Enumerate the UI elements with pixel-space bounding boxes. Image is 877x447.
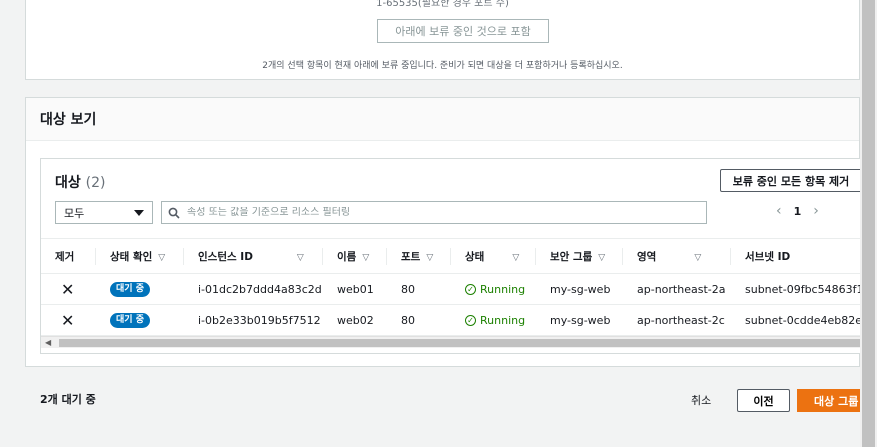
pagination: ‹ 1 › — [776, 204, 819, 218]
column-header-subnet-id[interactable]: 서브넷 ID — [731, 238, 871, 274]
remove-target-icon[interactable]: ✕ — [55, 311, 74, 330]
sort-icon: ▽ — [158, 252, 166, 263]
instance-name: web01 — [323, 273, 387, 305]
scrollbar-thumb[interactable] — [59, 339, 864, 347]
subnet-id: subnet-09fbc54863f193 — [731, 273, 871, 305]
remove-all-pending-button[interactable]: 보류 중인 모든 항목 제거 — [720, 169, 862, 192]
column-header-instance-id[interactable]: 인스턴스 ID ▽ — [184, 238, 323, 274]
targets-title: 대상 (2) — [55, 172, 105, 192]
security-group: my-sg-web — [536, 273, 623, 305]
page-vertical-scrollbar[interactable] — [860, 0, 877, 447]
availability-zone: ap-northeast-2c — [623, 304, 731, 336]
column-header-security-group[interactable]: 보안 그룹 ▽ — [536, 238, 623, 274]
check-circle-icon: ✓ — [465, 284, 476, 296]
table-header-row: 제거 상태 확인 ▽ 인스턴스 ID ▽ 이름 ▽ 포트 ▽ 상태 ▽ 보안 그룹 ▽ 영역… — [41, 238, 871, 274]
sort-icon: ▽ — [296, 252, 304, 263]
health-status-badge: 대기 중 — [110, 313, 150, 328]
table-row: ✕ 대기 중 i-0b2e33b019b5f7512 web02 80 ✓ Run… — [41, 304, 871, 336]
sort-icon: ▽ — [598, 252, 606, 263]
column-header-port[interactable]: 포트 ▽ — [387, 238, 451, 274]
previous-button[interactable]: 이전 — [737, 389, 790, 412]
chevron-right-icon[interactable]: › — [813, 204, 819, 218]
targets-table-panel: 대상 (2) 보류 중인 모든 항목 제거 모두 ‹ 1 › — [40, 158, 871, 354]
sort-icon: ▽ — [694, 252, 702, 263]
subnet-id: subnet-0cdde4eb82eacb — [731, 304, 871, 336]
cancel-link[interactable]: 취소 — [691, 392, 711, 408]
column-header-health[interactable]: 상태 확인 ▽ — [96, 238, 184, 274]
instance-id: i-0b2e33b019b5f7512 — [184, 304, 323, 336]
section-header: 대상 보기 — [26, 98, 859, 141]
search-box — [161, 201, 707, 224]
filter-select-value: 모두 — [64, 206, 85, 220]
scroll-left-icon[interactable]: ◀ — [45, 338, 51, 347]
page-scrollbar-thumb[interactable] — [862, 0, 875, 447]
instance-name: web02 — [323, 304, 387, 336]
column-header-remove: 제거 — [41, 238, 96, 274]
availability-zone: ap-northeast-2a — [623, 273, 731, 305]
port-hint-text: 1-65535(필요한 경우 포트 수) — [376, 0, 509, 9]
pending-count-status: 2개 대기 중 — [40, 393, 96, 406]
instance-state: ✓ Running — [465, 314, 525, 327]
page-number[interactable]: 1 — [794, 205, 802, 218]
targets-title-text: 대상 — [55, 175, 81, 191]
instance-id: i-01dc2b7ddd4a83c2d — [184, 273, 323, 305]
health-status-badge: 대기 중 — [110, 282, 150, 297]
horizontal-scrollbar[interactable]: ◀ — [41, 336, 871, 348]
port: 80 — [387, 304, 451, 336]
port: 80 — [387, 273, 451, 305]
include-as-pending-button[interactable]: 아래에 보류 중인 것으로 포함 — [377, 19, 549, 43]
pending-note: 2개의 선택 항목이 현재 아래에 보류 중입니다. 준비가 되면 대상을 더 … — [262, 61, 623, 71]
remove-target-icon[interactable]: ✕ — [55, 280, 74, 299]
filter-select[interactable]: 모두 — [55, 201, 153, 224]
top-card: 1-65535(필요한 경우 포트 수) 아래에 보류 중인 것으로 포함 2개… — [25, 0, 860, 80]
sort-icon: ▽ — [362, 252, 370, 263]
column-header-state[interactable]: 상태 ▽ — [451, 238, 536, 274]
sort-icon: ▽ — [512, 252, 520, 263]
table-row: ✕ 대기 중 i-01dc2b7ddd4a83c2d web01 80 ✓ Run… — [41, 273, 871, 305]
targets-table: 제거 상태 확인 ▽ 인스턴스 ID ▽ 이름 ▽ 포트 ▽ 상태 ▽ 보안 그룹 ▽ 영역… — [41, 238, 871, 336]
security-group: my-sg-web — [536, 304, 623, 336]
review-targets-section: 대상 보기 대상 (2) 보류 중인 모든 항목 제거 모두 ‹ 1 › — [25, 97, 871, 367]
chevron-left-icon[interactable]: ‹ — [776, 204, 782, 218]
search-input[interactable] — [187, 207, 687, 218]
column-header-zone[interactable]: 영역 ▽ — [623, 238, 731, 274]
caret-down-icon — [134, 209, 144, 216]
check-circle-icon: ✓ — [465, 315, 476, 327]
column-header-name[interactable]: 이름 ▽ — [323, 238, 387, 274]
section-title: 대상 보기 — [40, 112, 97, 128]
sort-icon: ▽ — [426, 252, 434, 263]
targets-count: (2) — [85, 175, 106, 191]
search-icon — [168, 207, 180, 219]
instance-state: ✓ Running — [465, 283, 525, 296]
